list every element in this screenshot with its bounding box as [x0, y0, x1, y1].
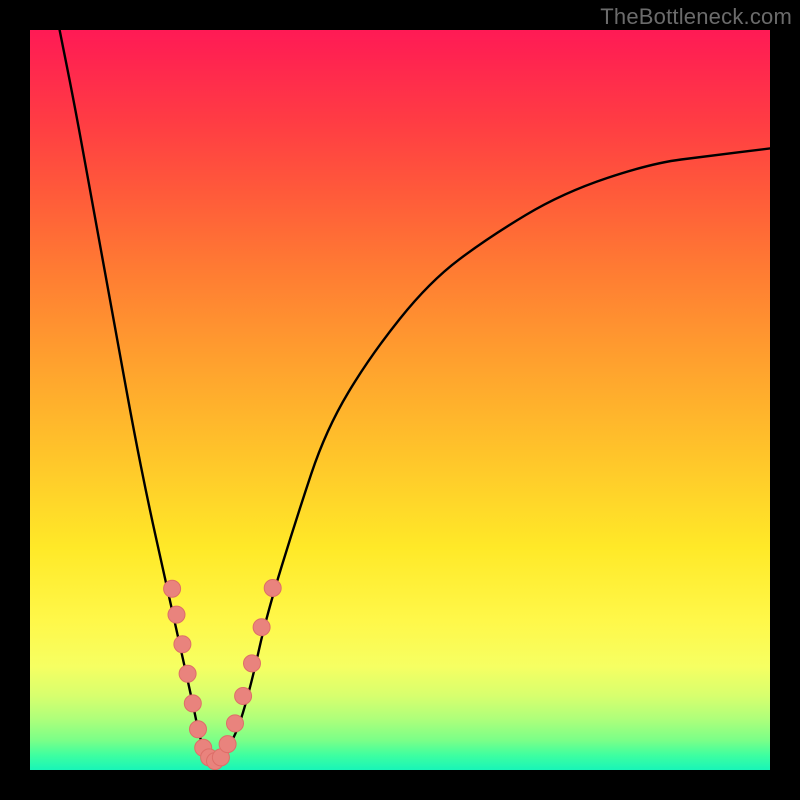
chart-svg — [30, 30, 770, 770]
data-marker — [244, 655, 261, 672]
bottleneck-curve — [60, 30, 770, 761]
data-marker — [179, 665, 196, 682]
data-marker — [264, 580, 281, 597]
chart-frame: TheBottleneck.com — [0, 0, 800, 800]
data-markers — [164, 580, 282, 770]
data-marker — [174, 636, 191, 653]
data-marker — [168, 606, 185, 623]
data-marker — [164, 580, 181, 597]
data-marker — [253, 619, 270, 636]
data-marker — [190, 721, 207, 738]
curve-path — [60, 30, 770, 761]
data-marker — [219, 736, 236, 753]
data-marker — [227, 715, 244, 732]
plot-area — [30, 30, 770, 770]
data-marker — [235, 688, 252, 705]
watermark-text: TheBottleneck.com — [600, 4, 792, 30]
data-marker — [184, 695, 201, 712]
